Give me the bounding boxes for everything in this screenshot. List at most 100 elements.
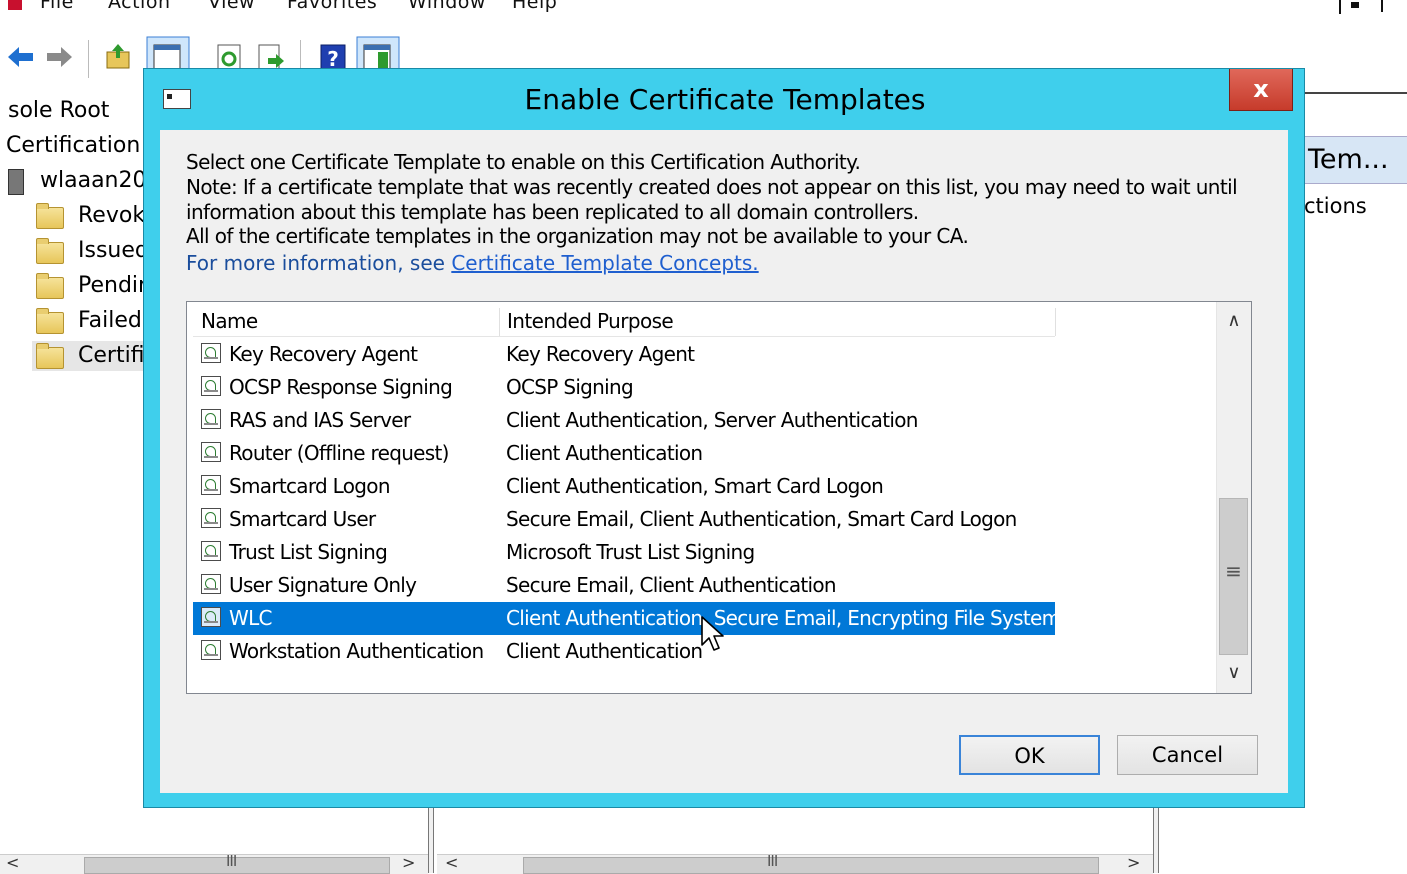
- scroll-thumb[interactable]: [523, 857, 1099, 874]
- tree-item-label: Pendir: [78, 273, 148, 298]
- list-item[interactable]: Key Recovery Agent Key Recovery Agent: [193, 338, 1055, 371]
- folder-icon: [36, 203, 64, 229]
- template-purpose: Client Authentication: [506, 639, 703, 663]
- list-item[interactable]: User Signature Only Secure Email, Client…: [193, 569, 1055, 602]
- menu-action[interactable]: Action: [108, 0, 171, 13]
- menu-bar: File Action View Favorites Window Help: [0, 0, 1407, 14]
- certificate-template-icon: [201, 409, 221, 429]
- more-info-prefix: For more information, see: [186, 251, 452, 275]
- certificate-template-icon: [201, 640, 221, 660]
- list-item[interactable]: RAS and IAS Server Client Authentication…: [193, 404, 1055, 437]
- template-name: Smartcard Logon: [229, 474, 391, 498]
- back-arrow-icon[interactable]: [6, 42, 36, 72]
- pane-splitter[interactable]: [1153, 808, 1159, 873]
- tree-item-console-root[interactable]: sole Root: [8, 96, 109, 126]
- template-purpose: Client Authentication: [506, 441, 703, 465]
- more-info-line: For more information, see Certificate Te…: [186, 251, 759, 275]
- menu-file[interactable]: File: [40, 0, 74, 13]
- list-item-selected[interactable]: WLC Client Authentication, Secure Email,…: [193, 602, 1061, 635]
- scroll-thumb[interactable]: ≡: [1219, 498, 1248, 655]
- info-line-replication: information about this template has been…: [186, 200, 919, 224]
- scroll-right-arrow[interactable]: >: [402, 853, 415, 872]
- maximize-icon[interactable]: [1381, 0, 1383, 12]
- list-item[interactable]: Router (Offline request) Client Authenti…: [193, 437, 1055, 470]
- menu-view[interactable]: View: [208, 0, 255, 13]
- mouse-pointer-icon: [701, 616, 724, 651]
- column-header-intended-purpose[interactable]: Intended Purpose: [499, 306, 1055, 336]
- console-tree: sole Root Certification A wlaaan201 Revo…: [0, 92, 162, 392]
- certificate-template-icon: [201, 475, 221, 495]
- scroll-grip-icon: ≡: [1225, 559, 1242, 583]
- forward-arrow-icon[interactable]: [44, 42, 74, 72]
- template-purpose: Secure Email, Client Authentication, Sma…: [506, 507, 1017, 531]
- folder-icon: [36, 308, 64, 334]
- list-item[interactable]: Trust List Signing Microsoft Trust List …: [193, 536, 1055, 569]
- template-name: Router (Offline request): [229, 441, 449, 465]
- ok-button[interactable]: OK: [959, 735, 1100, 775]
- scroll-right-arrow[interactable]: >: [1127, 853, 1140, 872]
- dialog-body: Select one Certificate Template to enabl…: [160, 130, 1288, 793]
- scroll-left-arrow[interactable]: <: [445, 853, 458, 872]
- close-button[interactable]: x: [1229, 69, 1293, 111]
- minimize-icon[interactable]: [1351, 2, 1359, 8]
- folder-icon: [36, 343, 64, 369]
- template-name: User Signature Only: [229, 573, 417, 597]
- certificate-template-concepts-link[interactable]: Certificate Template Concepts.: [451, 251, 758, 275]
- scroll-thumb[interactable]: [84, 857, 390, 874]
- template-name: OCSP Response Signing: [229, 375, 453, 399]
- certificate-template-icon: [201, 607, 221, 627]
- tree-item-certificate-templates[interactable]: Certifi: [32, 341, 150, 371]
- tree-item-label: sole Root: [8, 98, 110, 123]
- tree-item-certification-authority[interactable]: Certification A: [6, 131, 162, 161]
- certificate-template-icon: [201, 376, 221, 396]
- template-purpose: OCSP Signing: [506, 375, 634, 399]
- certificate-template-icon: [201, 343, 221, 363]
- list-item[interactable]: Workstation Authentication Client Authen…: [193, 635, 1055, 668]
- menu-window[interactable]: Window: [408, 0, 486, 13]
- actions-pane-header[interactable]: Tem...: [1300, 136, 1407, 184]
- results-horizontal-scrollbar[interactable]: < III >: [437, 852, 1153, 874]
- template-purpose: Key Recovery Agent: [506, 342, 695, 366]
- list-vertical-scrollbar[interactable]: ∧ ≡ ∨: [1216, 302, 1251, 693]
- toolbar-separator: [88, 40, 89, 78]
- tree-horizontal-scrollbar[interactable]: < III >: [0, 852, 428, 874]
- template-purpose: Microsoft Trust List Signing: [506, 540, 755, 564]
- template-name: Smartcard User: [229, 507, 376, 531]
- up-folder-icon[interactable]: [104, 42, 134, 72]
- pane-divider: [1300, 92, 1407, 94]
- list-header: Name Intended Purpose: [193, 306, 1056, 337]
- server-icon: [8, 169, 24, 195]
- list-item[interactable]: Smartcard Logon Client Authentication, S…: [193, 470, 1055, 503]
- template-purpose: Client Authentication, Secure Email, Enc…: [506, 606, 1061, 630]
- scroll-left-arrow[interactable]: <: [6, 853, 19, 872]
- tree-item-label: Certification A: [6, 133, 163, 158]
- more-actions-label[interactable]: ctions: [1300, 194, 1367, 218]
- cancel-button[interactable]: Cancel: [1117, 735, 1258, 775]
- pane-splitter[interactable]: [428, 808, 434, 873]
- list-item[interactable]: Smartcard User Secure Email, Client Auth…: [193, 503, 1055, 536]
- menu-help[interactable]: Help: [512, 0, 557, 13]
- window-controls[interactable]: [1339, 0, 1407, 14]
- column-header-name[interactable]: Name: [193, 306, 499, 336]
- tree-item-label: Certifi: [78, 343, 145, 368]
- certificate-template-icon: [201, 442, 221, 462]
- scroll-grip-icon: III: [226, 852, 237, 870]
- certificate-template-icon: [201, 541, 221, 561]
- actions-pane: Tem... ctions: [1300, 92, 1407, 272]
- template-name: RAS and IAS Server: [229, 408, 411, 432]
- template-name: WLC: [229, 606, 272, 630]
- template-name: Trust List Signing: [229, 540, 388, 564]
- tree-item-label: Failed: [78, 308, 142, 333]
- enable-certificate-templates-dialog: Enable Certificate Templates x Select on…: [143, 68, 1305, 808]
- mmc-app-icon[interactable]: [8, 0, 22, 10]
- scroll-up-arrow[interactable]: ∧: [1217, 304, 1251, 338]
- folder-icon: [36, 238, 64, 264]
- tree-item-label: Revok: [78, 203, 146, 228]
- menu-favorites[interactable]: Favorites: [287, 0, 377, 13]
- tree-item-label: Issued: [78, 238, 149, 263]
- scroll-down-arrow[interactable]: ∨: [1217, 656, 1251, 690]
- list-item[interactable]: OCSP Response Signing OCSP Signing: [193, 371, 1055, 404]
- scroll-grip-icon: III: [767, 852, 778, 870]
- info-line-note: Note: If a certificate template that was…: [186, 175, 1238, 199]
- column-separator[interactable]: [1055, 308, 1056, 336]
